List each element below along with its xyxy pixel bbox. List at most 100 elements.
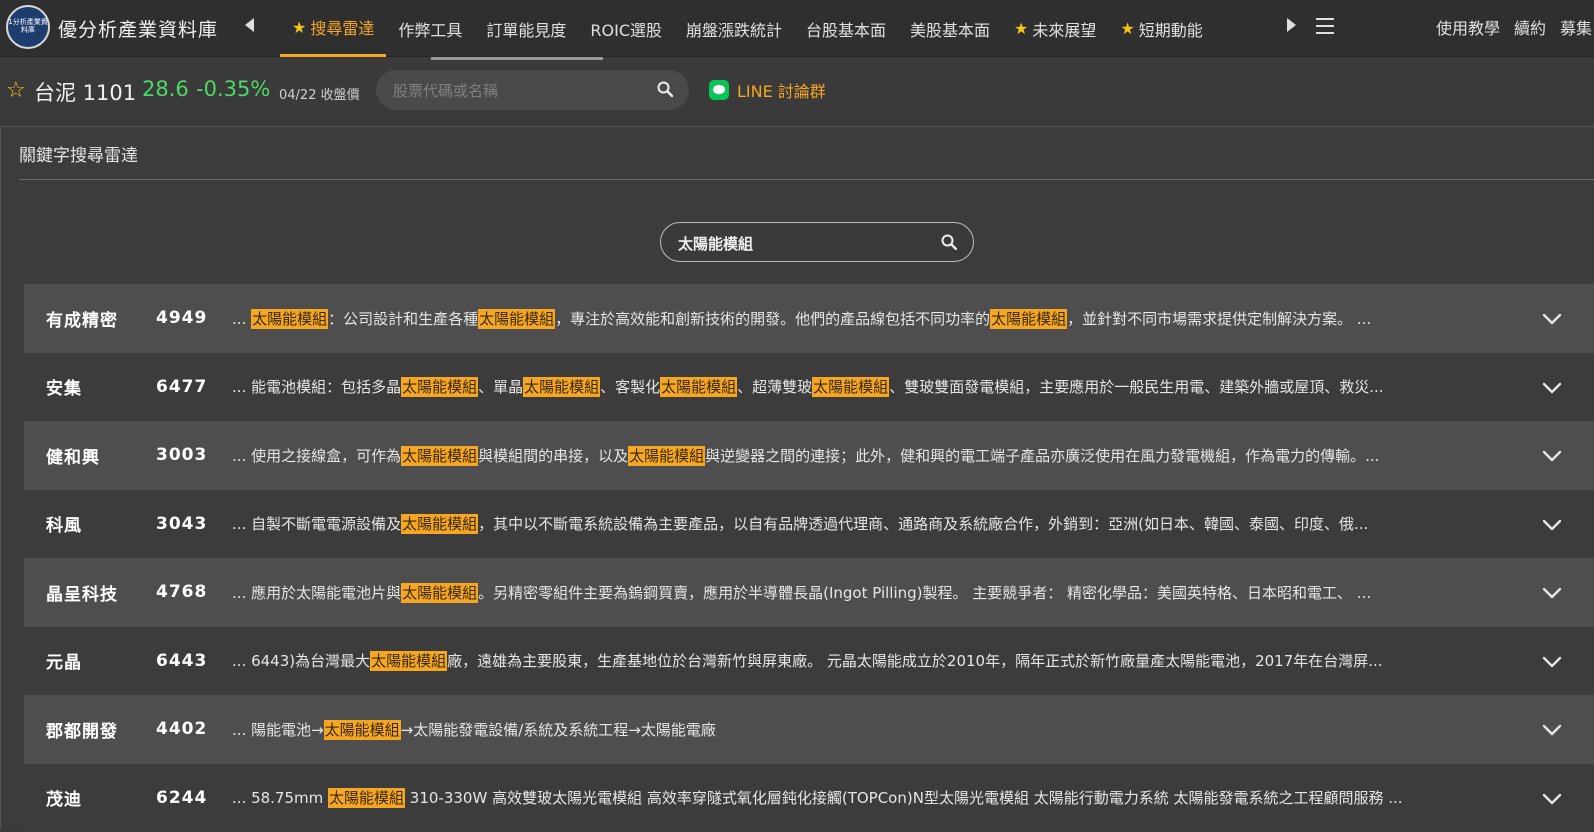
result-row[interactable]: 茂迪 6244 ... 58.75mm 太陽能模組 310-330W 高效雙玻太陽光… [24, 764, 1594, 832]
snippet-text: ... 58.75mm [232, 789, 328, 807]
nav-tab-6[interactable]: 美股基本面 [898, 0, 1002, 57]
nav-tab-0[interactable]: ★搜尋雷達 [280, 0, 386, 57]
keyword-value: 太陽能模組 [678, 233, 753, 254]
line-chat-icon [709, 80, 729, 100]
nav-right-link-0[interactable]: 使用教學 [1436, 15, 1500, 39]
chevron-down-icon[interactable] [1542, 447, 1562, 466]
nav-right-link-2[interactable]: 募集 [1560, 15, 1592, 39]
stock-price: 28.6 [142, 77, 189, 101]
snippet-text: ... 應用於太陽能電池片與 [232, 584, 401, 602]
keyword-highlight: 太陽能模組 [401, 514, 478, 534]
nav-tab-7[interactable]: ★未來展望 [1002, 0, 1108, 57]
snippet-text: ... 能電池模組：包括多晶 [232, 378, 401, 396]
nav-tab-8[interactable]: ★短期動能 [1108, 0, 1214, 57]
company-name[interactable]: 晶呈科技 [46, 580, 118, 605]
snippet-text: ，並針對不同市場需求提供定制解決方案。 ... [1067, 310, 1371, 328]
search-icon[interactable] [657, 81, 673, 101]
keyword-highlight: 太陽能模組 [812, 377, 889, 397]
stock-code[interactable]: 6443 [156, 651, 207, 671]
company-name[interactable]: 有成精密 [46, 306, 118, 331]
nav-tab-label: 台股基本面 [806, 17, 886, 41]
snippet-text: →太陽能發電設備/系統及系統工程→太陽能電廠 [401, 721, 716, 739]
result-row[interactable]: 安集6477... 能電池模組：包括多晶太陽能模組、單晶太陽能模組、客製化太陽能… [24, 353, 1594, 422]
company-name[interactable]: 健和興 [46, 443, 100, 468]
result-snippet: ... 自製不斷電電源設備及太陽能模組，其中以不斷電系統設備為主要產品，以自有品… [232, 513, 1502, 534]
result-row[interactable]: 有成精密4949... 太陽能模組：公司設計和生產各種太陽能模組，專注於高效能和… [24, 284, 1594, 353]
nav-scroll-left-icon[interactable] [245, 18, 254, 32]
stock-code[interactable]: 4949 [156, 308, 207, 328]
chevron-down-icon[interactable] [1542, 516, 1562, 535]
stock-name: 台泥 1101 [34, 77, 136, 107]
chevron-down-icon[interactable] [1542, 653, 1562, 672]
stock-code[interactable]: 6477 [156, 377, 207, 397]
snippet-text: ... [232, 310, 251, 328]
nav-tab-5[interactable]: 台股基本面 [794, 0, 898, 57]
star-icon: ★ [1014, 19, 1028, 38]
stock-code[interactable]: 3043 [156, 514, 207, 534]
nav-tab-3[interactable]: ROIC選股 [578, 0, 674, 57]
top-navbar: 1分析產業資料庫 優分析產業資料庫 ★搜尋雷達作弊工具訂單能見度ROIC選股崩盤… [0, 0, 1594, 57]
divider [19, 179, 1594, 180]
result-row[interactable]: 元晶6443... 6443)為台灣最大太陽能模組廠，遠雄為主要股東，生產基地位… [24, 627, 1594, 696]
snippet-text: ... 自製不斷電電源設備及 [232, 515, 401, 533]
company-name[interactable]: 郡都開發 [46, 717, 118, 742]
result-snippet: ... 能電池模組：包括多晶太陽能模組、單晶太陽能模組、客製化太陽能模組、超薄雙… [232, 376, 1502, 397]
chevron-down-icon[interactable] [1542, 790, 1562, 809]
nav-tab-1[interactable]: 作弊工具 [386, 0, 474, 57]
nav-right-link-1[interactable]: 續約 [1514, 15, 1546, 39]
chevron-down-icon[interactable] [1542, 584, 1562, 603]
company-name[interactable]: 科風 [46, 511, 82, 536]
nav-tab-label: 搜尋雷達 [310, 15, 374, 39]
keyword-search-input[interactable]: 太陽能模組 [660, 222, 974, 262]
keyword-highlight: 太陽能模組 [324, 720, 401, 740]
logo-text: 1分析產業資料庫 [8, 19, 48, 34]
panel-title: 關鍵字搜尋雷達 [19, 141, 138, 166]
search-placeholder: 股票代碼或名稱 [393, 80, 498, 101]
result-row[interactable]: 科風 3043 ... 自製不斷電電源設備及太陽能模組，其中以不斷電系統設備為主要產… [24, 490, 1594, 559]
stock-search-input[interactable]: 股票代碼或名稱 [376, 70, 689, 110]
star-icon: ★ [292, 18, 306, 37]
chevron-down-icon[interactable] [1542, 379, 1562, 398]
result-snippet: ... 58.75mm 太陽能模組 310-330W 高效雙玻太陽光電模組 高效… [232, 787, 1502, 808]
snippet-text: ... 使用之接線盒，可作為 [232, 447, 401, 465]
chevron-down-icon[interactable] [1542, 310, 1562, 329]
keyword-highlight: 太陽能模組 [251, 309, 328, 329]
stock-code[interactable]: 3003 [156, 445, 207, 465]
stock-code[interactable]: 4402 [156, 719, 207, 739]
stock-code[interactable]: 6244 [156, 788, 207, 808]
search-icon[interactable] [941, 234, 957, 254]
star-icon: ★ [1120, 19, 1134, 38]
snippet-text: 、單晶 [478, 378, 523, 396]
snippet-text: 與模組間的串接，以及 [478, 447, 628, 465]
snippet-text: 310-330W 高效雙玻太陽光電模組 高效率穿隧式氧化層鈍化接觸(TOPCon… [405, 789, 1403, 807]
nav-tab-label: 訂單能見度 [486, 17, 566, 41]
company-name[interactable]: 茂迪 [46, 785, 82, 810]
nav-tab-4[interactable]: 崩盤漲跌統計 [674, 0, 794, 57]
result-snippet: ... 應用於太陽能電池片與太陽能模組。另精密零組件主要為鎢鋼買賣，應用於半導體… [232, 582, 1502, 603]
result-row[interactable]: 郡都開發 4402 ... 陽能電池→太陽能模組→太陽能發電設備/系統及系統工程→太… [24, 695, 1594, 764]
nav-tab-2[interactable]: 訂單能見度 [474, 0, 578, 57]
menu-icon[interactable] [1316, 18, 1334, 34]
line-group-label: LINE 討論群 [737, 78, 826, 102]
logo-icon[interactable]: 1分析產業資料庫 [6, 5, 50, 49]
result-row[interactable]: 健和興 3003 ... 使用之接線盒，可作為太陽能模組與模組間的串接，以及太陽能模… [24, 421, 1594, 490]
snippet-text: 、超薄雙玻 [737, 378, 812, 396]
result-row[interactable]: 晶呈科技 4768 ... 應用於太陽能電池片與太陽能模組。另精密零組件主要為鎢鋼買… [24, 558, 1594, 627]
nav-tab-label: 未來展望 [1032, 17, 1096, 41]
line-group-link[interactable]: LINE 討論群 [709, 78, 826, 102]
nav-right-links: 使用教學續約募集 [1436, 15, 1592, 39]
keyword-highlight: 太陽能模組 [328, 788, 405, 808]
company-name[interactable]: 安集 [46, 374, 82, 399]
stock-bar: ☆ 台泥 1101 28.6 -0.35% 04/22 收盤價 股票代碼或名稱 … [0, 60, 1594, 124]
brand-title[interactable]: 優分析產業資料庫 [58, 15, 218, 42]
company-name[interactable]: 元晶 [46, 648, 82, 673]
nav-scroll-right-icon[interactable] [1287, 18, 1296, 32]
snippet-text: 廠，遠雄為主要股東，生產基地位於台灣新竹與屏東廠。 元晶太陽能成立於2010年，… [447, 652, 1382, 670]
result-snippet: ... 使用之接線盒，可作為太陽能模組與模組間的串接，以及太陽能模組與逆變器之間… [232, 445, 1502, 466]
nav-tabs: ★搜尋雷達作弊工具訂單能見度ROIC選股崩盤漲跌統計台股基本面美股基本面★未來展… [280, 0, 1215, 57]
favorite-star-icon[interactable]: ☆ [6, 78, 26, 103]
keyword-highlight: 太陽能模組 [401, 583, 478, 603]
stock-code[interactable]: 4768 [156, 582, 207, 602]
chevron-down-icon[interactable] [1542, 721, 1562, 740]
snippet-text: ... 陽能電池→ [232, 721, 324, 739]
